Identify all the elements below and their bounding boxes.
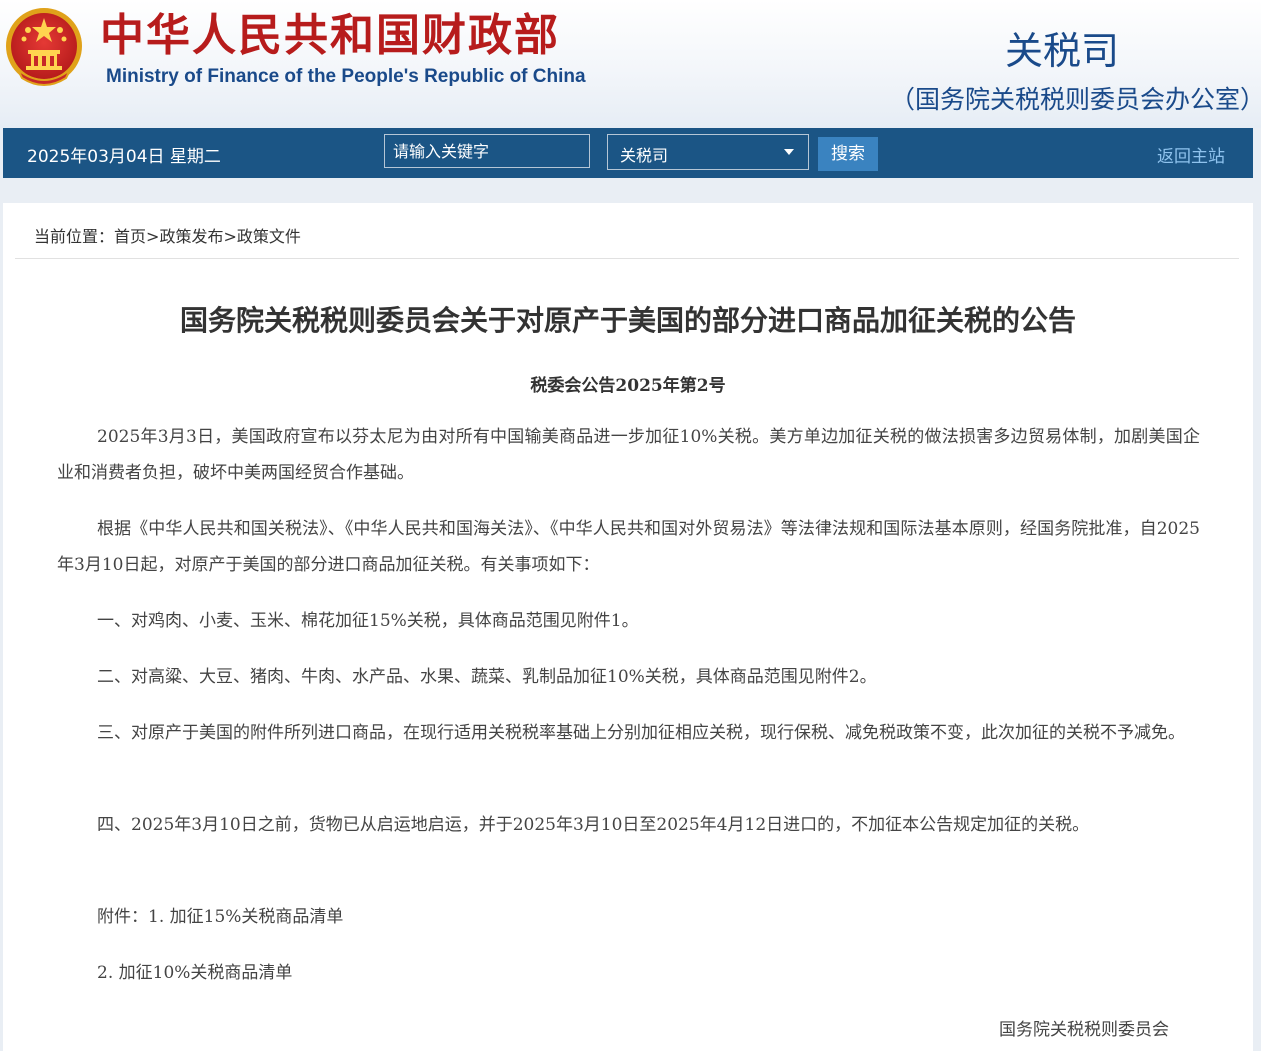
ministry-name-en: Ministry of Finance of the People's Repu…	[106, 66, 586, 87]
chevron-down-icon	[784, 149, 794, 155]
current-date: 2025年03月04日 星期二	[27, 147, 221, 167]
issuer-signature: 国务院关税税则委员会	[999, 1020, 1169, 1040]
paragraph-item-4: 四、2025年3月10日之前，货物已从启运地启运，并于2025年3月10日至20…	[97, 815, 1090, 835]
search-scope-select[interactable]: 关税司	[607, 134, 809, 170]
national-emblem-icon	[6, 8, 82, 86]
paragraph-item-3: 三、对原产于美国的附件所列进口商品，在现行适用关税税率基础上分别加征相应关税，现…	[97, 723, 1185, 743]
nav-bar: 2025年03月04日 星期二 关税司 搜索 返回主站	[3, 128, 1253, 178]
ministry-name-cn: 中华人民共和国财政部	[100, 10, 560, 61]
divider	[15, 258, 1239, 259]
paragraph-item-2: 二、对高粱、大豆、猪肉、牛肉、水产品、水果、蔬菜、乳制品加征10%关税，具体商品…	[97, 667, 877, 687]
article-panel: 当前位置：首页>政策发布>政策文件 国务院关税税则委员会关于对原产于美国的部分进…	[3, 203, 1253, 1051]
paragraph-background: 2025年3月3日，美国政府宣布以芬太尼为由对所有中国输美商品进一步加征10%关…	[57, 427, 1200, 483]
article-title: 国务院关税税则委员会关于对原产于美国的部分进口商品加征关税的公告	[179, 304, 1076, 337]
attachment-1-link[interactable]: 附件：1. 加征15%关税商品清单	[57, 899, 1200, 935]
breadcrumb-policy-release[interactable]: 政策发布	[159, 227, 223, 246]
paragraph-item-1: 一、对鸡肉、小麦、玉米、棉花加征15%关税，具体商品范围见附件1。	[97, 611, 639, 631]
department-name: 关税司	[1005, 29, 1120, 73]
breadcrumb-home[interactable]: 首页	[114, 227, 146, 246]
department-subtitle: （国务院关税税则委员会办公室）	[890, 85, 1261, 114]
breadcrumb-policy-documents[interactable]: 政策文件	[237, 227, 301, 246]
paragraph-legal-basis: 根据《中华人民共和国关税法》、《中华人民共和国海关法》、《中华人民共和国对外贸易…	[57, 519, 1200, 575]
search-input[interactable]	[384, 134, 590, 168]
breadcrumb-separator: >	[146, 227, 160, 246]
search-button[interactable]: 搜索	[818, 137, 878, 171]
breadcrumb-prefix: 当前位置：	[34, 227, 115, 246]
site-header: 中华人民共和国财政部 Ministry of Finance of the Pe…	[0, 0, 1261, 128]
document-number: 税委会公告2025年第2号	[530, 376, 726, 396]
attachment-2-link[interactable]: 2. 加征10%关税商品清单	[57, 955, 1200, 991]
return-home-link[interactable]: 返回主站	[1157, 142, 1225, 167]
breadcrumb: 当前位置：首页>政策发布>政策文件	[34, 223, 301, 247]
search-scope-value: 关税司	[620, 146, 669, 165]
breadcrumb-separator: >	[223, 227, 237, 246]
